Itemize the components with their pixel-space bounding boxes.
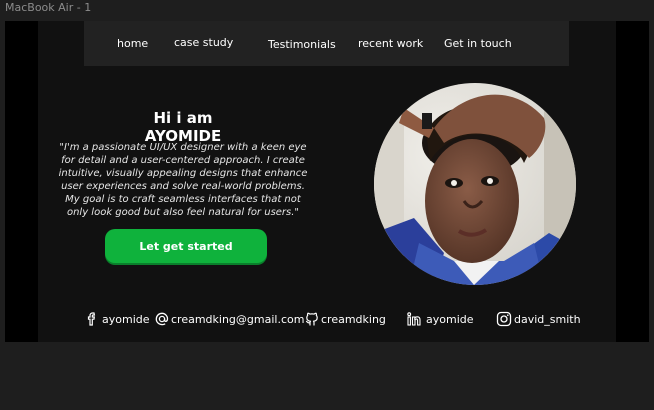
nav-case-study[interactable]: case study [174,36,233,49]
profile-photo [374,83,576,285]
instagram-icon [496,311,512,327]
linkedin-icon [406,311,422,327]
hero-title: Hi i am AYOMIDE [144,109,222,145]
social-facebook[interactable]: ayomide [84,311,150,327]
social-email-label: creamdking@gmail.com [171,312,305,326]
social-facebook-label: ayomide [102,312,150,326]
social-linkedin[interactable]: ayomide [406,311,474,327]
social-instagram-label: david_smith [514,312,581,326]
facebook-icon [84,311,100,327]
macbook-frame: home case study Testimonials recent work… [5,21,649,342]
get-started-button[interactable]: Let get started [105,229,267,263]
social-links: ayomide creamdking@gmail.com creamdking … [38,311,616,333]
nav-get-in-touch[interactable]: Get in touch [444,37,512,50]
social-instagram[interactable]: david_smith [496,311,581,327]
nav-home[interactable]: home [117,37,148,50]
social-github-label: creamdking [321,312,386,326]
nav-recent-work[interactable]: recent work [358,37,423,50]
nav-testimonials[interactable]: Testimonials [268,38,336,51]
social-github[interactable]: creamdking [304,311,386,327]
github-icon [304,311,320,327]
frame-label: MacBook Air - 1 [5,1,92,14]
social-email[interactable]: creamdking@gmail.com [154,311,304,327]
social-linkedin-label: ayomide [426,312,474,326]
top-nav: home case study Testimonials recent work… [84,21,569,66]
avatar [374,83,576,285]
hero-description: "I'm a passionate UI/UX designer with a … [58,142,308,218]
at-sign-icon [154,311,170,327]
portfolio-page: home case study Testimonials recent work… [38,21,616,342]
